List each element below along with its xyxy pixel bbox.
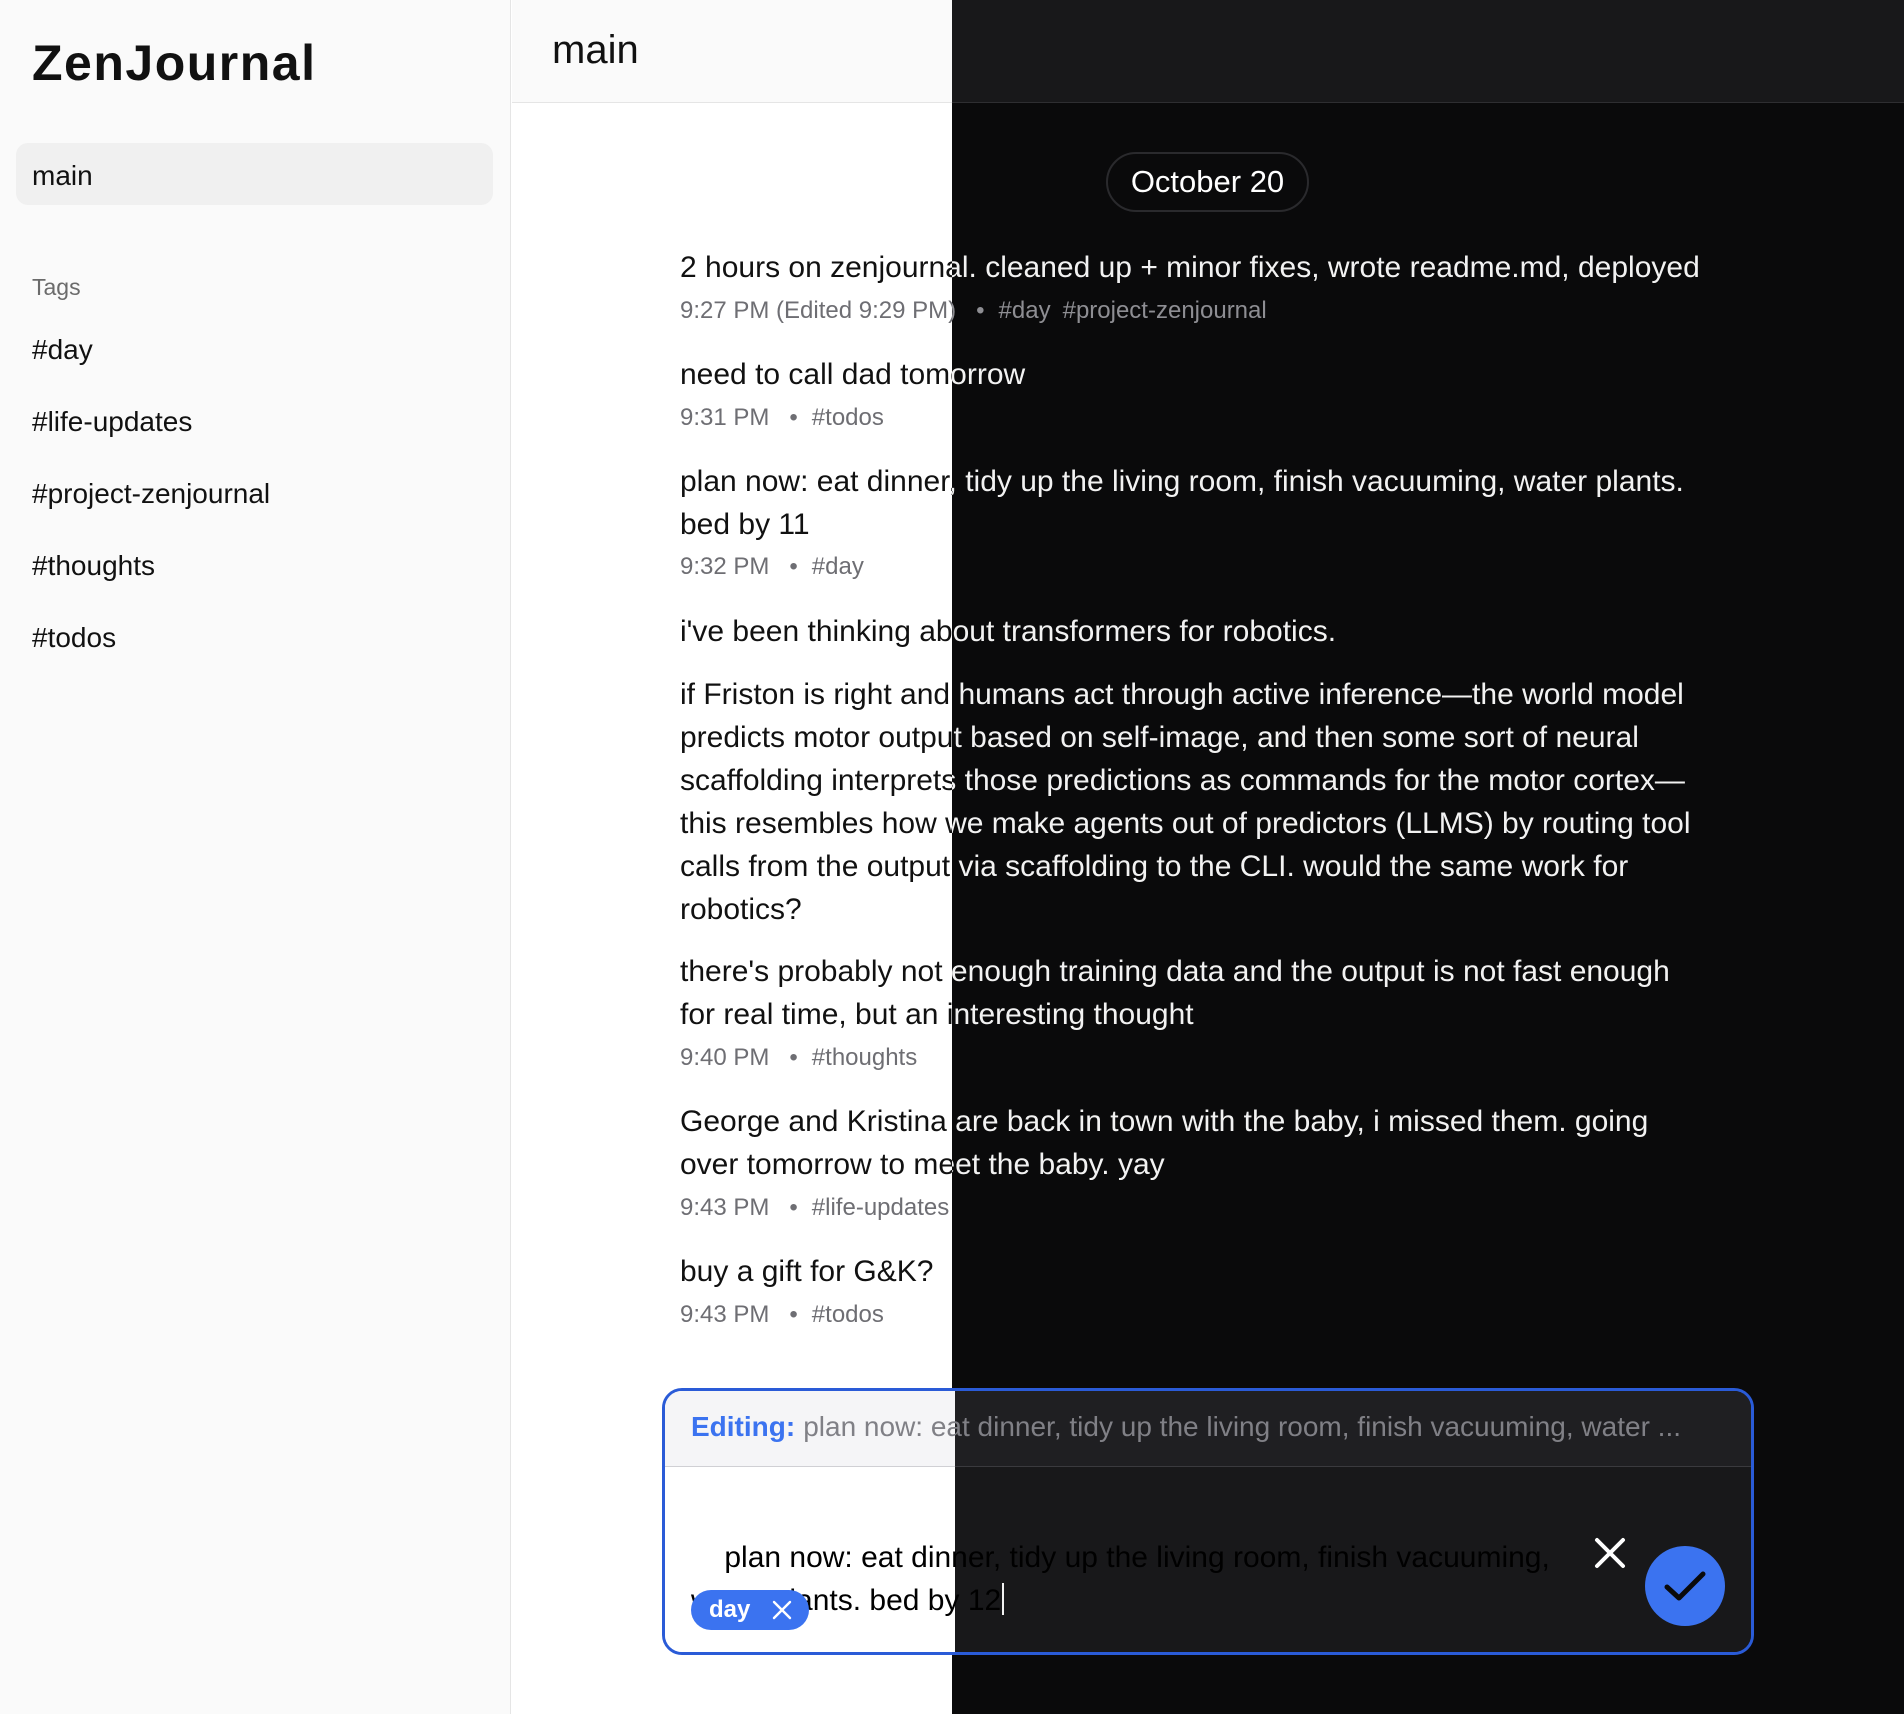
entry-meta: 9:32 PM • #day (680, 553, 864, 581)
text-caret (1002, 1583, 1005, 1615)
dark-header-bar (952, 0, 1904, 103)
entry-meta: 9:43 PM • #life-updates (680, 1194, 949, 1222)
entry-tag[interactable]: #thoughts (812, 1044, 917, 1071)
sidebar-tag-thoughts[interactable]: #thoughts (32, 550, 155, 582)
tag-chip-day[interactable]: day (691, 1590, 809, 1630)
entry-editor[interactable]: Editing: plan now: eat dinner, tidy up th… (662, 1388, 1754, 1655)
entry-meta: 9:43 PM • #todos (680, 1301, 884, 1329)
meta-separator: • (789, 553, 798, 580)
sidebar: ZenJournal main Tags #day #life-updates … (0, 0, 511, 1714)
date-badge: October 20 (1106, 152, 1309, 212)
entry-tag[interactable]: #life-updates (812, 1194, 949, 1221)
sidebar-item-main[interactable]: main (16, 143, 493, 205)
editor-text-content: plan now: eat dinner, tidy up the living… (691, 1541, 1550, 1617)
sidebar-tag-todos[interactable]: #todos (32, 622, 116, 654)
meta-separator: • (789, 1194, 798, 1221)
editor-textarea[interactable]: plan now: eat dinner, tidy up the living… (691, 1493, 1591, 1652)
tags-heading: Tags (32, 274, 81, 300)
entry-timestamp: 9:43 PM (680, 1194, 770, 1221)
entry-timestamp: 9:31 PM (680, 404, 770, 431)
entry-tag[interactable]: #project-zenjournal (1063, 297, 1267, 324)
entry-tag[interactable]: #todos (812, 1301, 884, 1328)
entry-tag[interactable]: #day (812, 553, 864, 580)
entry-timestamp: 9:27 PM (Edited 9:29 PM) (680, 297, 957, 324)
entry-timestamp: 9:32 PM (680, 553, 770, 580)
entry-meta: 9:31 PM • #todos (680, 404, 884, 432)
meta-separator: • (976, 297, 985, 324)
meta-separator: • (789, 1301, 798, 1328)
sidebar-tag-project-zenjournal[interactable]: #project-zenjournal (32, 478, 270, 510)
sidebar-tag-day[interactable]: #day (32, 334, 93, 366)
app-title: ZenJournal (32, 35, 317, 91)
editing-indicator: Editing: plan now: eat dinner, tidy up th… (691, 1411, 1711, 1443)
entry-timestamp: 9:40 PM (680, 1044, 770, 1071)
check-icon (1664, 1571, 1706, 1601)
tag-chip-label: day (709, 1596, 751, 1623)
entry-tag[interactable]: #todos (812, 404, 884, 431)
meta-separator: • (789, 1044, 798, 1071)
page-title: main (552, 28, 639, 72)
sidebar-item-label: main (32, 160, 93, 191)
meta-separator: • (789, 404, 798, 431)
editing-preview: plan now: eat dinner, tidy up the living… (803, 1411, 1682, 1442)
entry-tag[interactable]: #day (999, 297, 1051, 324)
editing-label: Editing: (691, 1411, 796, 1442)
close-icon (1595, 1538, 1625, 1568)
sidebar-tag-life-updates[interactable]: #life-updates (32, 406, 192, 438)
entry-timestamp: 9:43 PM (680, 1301, 770, 1328)
confirm-edit-button[interactable] (1645, 1546, 1725, 1626)
cancel-edit-button[interactable] (1580, 1523, 1640, 1583)
remove-tag-icon[interactable] (771, 1599, 793, 1621)
entry-meta: 9:40 PM • #thoughts (680, 1044, 917, 1072)
